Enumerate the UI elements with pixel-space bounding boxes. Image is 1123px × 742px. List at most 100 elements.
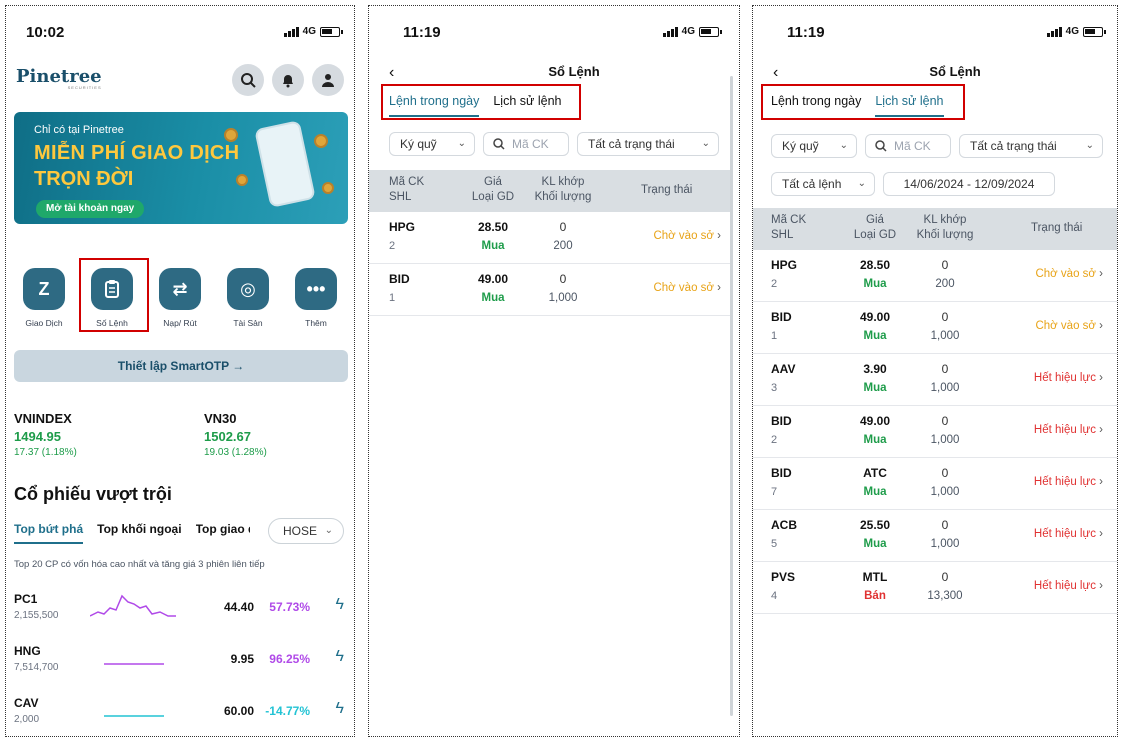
promo-banner[interactable]: Chỉ có tại Pinetree MIỄN PHÍ GIAO DỊCH T…	[14, 112, 348, 224]
stock-row[interactable]: HNG 7,514,700 9.95 96.25% ϟ	[14, 642, 344, 688]
symbol-search[interactable]: Mã CK	[483, 132, 569, 156]
scrollbar[interactable]	[730, 76, 733, 716]
stock-tabs: Top bứt phá Top khối ngoại Top giao d	[14, 522, 250, 544]
symbol-search[interactable]: Mã CK	[865, 134, 951, 158]
index-vn30[interactable]: VN30 1502.67 19.03 (1.28%)	[204, 411, 354, 458]
order-row[interactable]: BID 2 49.00 Mua 0 1,000 Hết hiệu lực ›	[753, 406, 1117, 458]
order-status: Chờ vào sở ›	[653, 230, 721, 242]
account-filter[interactable]: Ký quỹ ⌄	[771, 134, 857, 158]
order-status: Chờ vào sở ›	[653, 282, 721, 294]
stock-row[interactable]: PC1 2,155,500 44.40 57.73% ϟ	[14, 590, 344, 636]
battery-icon	[320, 26, 343, 37]
table-header: Mã CK SHL Giá Loại GD KL khớp Khối lượng Tr…	[369, 170, 731, 212]
search-icon	[875, 140, 887, 152]
exchange-select[interactable]: HOSE ⌄	[268, 518, 344, 544]
order-row[interactable]: ACB 5 25.50 Mua 0 1,000 Hết hiệu lực ›	[753, 510, 1117, 562]
order-row[interactable]: BID 7 ATC Mua 0 1,000 Hết hiệu lực ›	[753, 458, 1117, 510]
signal-icon	[662, 26, 678, 37]
trade-icon: Z	[23, 268, 65, 310]
lightning-icon[interactable]: ϟ	[336, 648, 344, 666]
chevron-right-icon: ›	[1099, 476, 1103, 488]
coin-icon	[322, 182, 334, 194]
signal-icon	[283, 26, 299, 37]
banner-title-line1: MIỄN PHÍ GIAO DỊCH	[34, 142, 240, 164]
status-time: 11:19	[787, 24, 825, 41]
account-filter[interactable]: Ký quỹ ⌄	[389, 132, 475, 156]
order-status: Hết hiệu lực ›	[1033, 476, 1103, 488]
status-bar: 10:02 4G	[6, 24, 354, 44]
highlight-box-tabs	[761, 84, 965, 120]
status-filter[interactable]: Tất cả trạng thái ⌄	[959, 134, 1103, 158]
stock-row[interactable]: CAV 2,000 60.00 -14.77% ϟ	[14, 694, 344, 736]
order-row[interactable]: PVS 4 MTL Bán 0 13,300 Hết hiệu lực ›	[753, 562, 1117, 614]
order-row[interactable]: HPG 2 28.50 Mua 0 200 Chờ vào sở ›	[369, 212, 731, 264]
date-range-filter[interactable]: 14/06/2024 - 12/09/2024	[883, 172, 1055, 196]
network-label: 4G	[681, 26, 695, 37]
sparkline	[104, 663, 164, 665]
quick-trade[interactable]: Z Giao Dịch	[13, 268, 75, 328]
index-vnindex[interactable]: VNINDEX 1494.95 17.37 (1.18%)	[14, 411, 164, 458]
chevron-right-icon: ›	[717, 282, 721, 294]
chevron-right-icon: ›	[1099, 320, 1103, 332]
order-status: Hết hiệu lực ›	[1033, 580, 1103, 592]
tab-top-breakout[interactable]: Top bứt phá	[14, 522, 84, 544]
order-type-filter[interactable]: Tất cả lệnh ⌄	[771, 172, 875, 196]
coin-icon	[224, 128, 238, 142]
highlight-box-order-book	[79, 258, 149, 332]
order-status: Hết hiệu lực ›	[1033, 424, 1103, 436]
user-icon	[322, 74, 334, 87]
smartotp-button[interactable]: Thiết lập SmartOTP →	[14, 350, 348, 382]
order-row[interactable]: HPG 2 28.50 Mua 0 200 Chờ vào sở ›	[753, 250, 1117, 302]
order-status: Hết hiệu lực ›	[1033, 372, 1103, 384]
status-time: 11:19	[403, 24, 441, 41]
chevron-down-icon: ⌄	[857, 178, 866, 189]
notification-button[interactable]	[272, 64, 304, 96]
quick-actions: Z Giao Dịch Số Lệnh ⇄ Nạp/ Rút ◎ Tài Sản…	[6, 268, 354, 328]
coin-icon	[236, 174, 248, 186]
phone-illustration	[254, 120, 316, 208]
order-book-history-screen: 11:19 4G ‹ Sổ Lệnh Lệnh trong ngày Lịch …	[752, 5, 1118, 737]
chevron-down-icon: ⌄	[1085, 140, 1094, 151]
chevron-right-icon: ›	[717, 230, 721, 242]
back-icon[interactable]: ‹	[389, 64, 394, 82]
status-time: 10:02	[26, 24, 65, 41]
network-label: 4G	[302, 26, 316, 37]
back-icon[interactable]: ‹	[773, 64, 778, 82]
search-icon	[241, 73, 256, 88]
chevron-down-icon: ⌄	[701, 138, 710, 149]
banner-subtitle: Chỉ có tại Pinetree	[34, 124, 124, 136]
page-title: Sổ Lệnh	[548, 64, 600, 79]
search-button[interactable]	[232, 64, 264, 96]
sparkline	[104, 715, 164, 717]
order-row[interactable]: AAV 3 3.90 Mua 0 1,000 Hết hiệu lực ›	[753, 354, 1117, 406]
search-icon	[493, 138, 505, 150]
quick-transfer[interactable]: ⇄ Nạp/ Rút	[149, 268, 211, 328]
transfer-icon: ⇄	[159, 268, 201, 310]
status-filter[interactable]: Tất cả trạng thái ⌄	[577, 132, 719, 156]
order-status: Chờ vào sở ›	[1035, 268, 1103, 280]
order-book-today-screen: 11:19 4G ‹ Sổ Lệnh Lệnh trong ngày Lịch …	[368, 5, 740, 737]
tab-top-trading[interactable]: Top giao d	[196, 522, 250, 544]
lightning-icon[interactable]: ϟ	[336, 596, 344, 614]
lightning-icon[interactable]: ϟ	[336, 700, 344, 718]
chevron-right-icon: ›	[1099, 528, 1103, 540]
sparkline	[90, 594, 176, 617]
quick-more[interactable]: ••• Thêm	[285, 268, 347, 328]
pinetree-logo: Pinetree SECURITIES	[16, 66, 102, 90]
coin-icon	[314, 134, 328, 148]
open-account-button[interactable]: Mở tài khoản ngay	[36, 200, 145, 218]
more-icon: •••	[295, 268, 337, 310]
bell-icon	[283, 75, 293, 88]
page-title: Sổ Lệnh	[929, 64, 981, 79]
network-label: 4G	[1065, 26, 1079, 37]
chevron-right-icon: ›	[1099, 268, 1103, 280]
order-row[interactable]: BID 1 49.00 Mua 0 1,000 Chờ vào sở ›	[753, 302, 1117, 354]
order-row[interactable]: BID 1 49.00 Mua 0 1,000 Chờ vào sở ›	[369, 264, 731, 316]
chevron-down-icon: ⌄	[324, 525, 333, 536]
highlight-box-tabs	[381, 84, 581, 120]
profile-button[interactable]	[312, 64, 344, 96]
chevron-down-icon: ⌄	[839, 140, 848, 151]
nav-bar: ‹ Sổ Lệnh	[753, 64, 1117, 86]
quick-assets[interactable]: ◎ Tài Sản	[217, 268, 279, 328]
tab-top-foreign[interactable]: Top khối ngoại	[97, 522, 181, 544]
